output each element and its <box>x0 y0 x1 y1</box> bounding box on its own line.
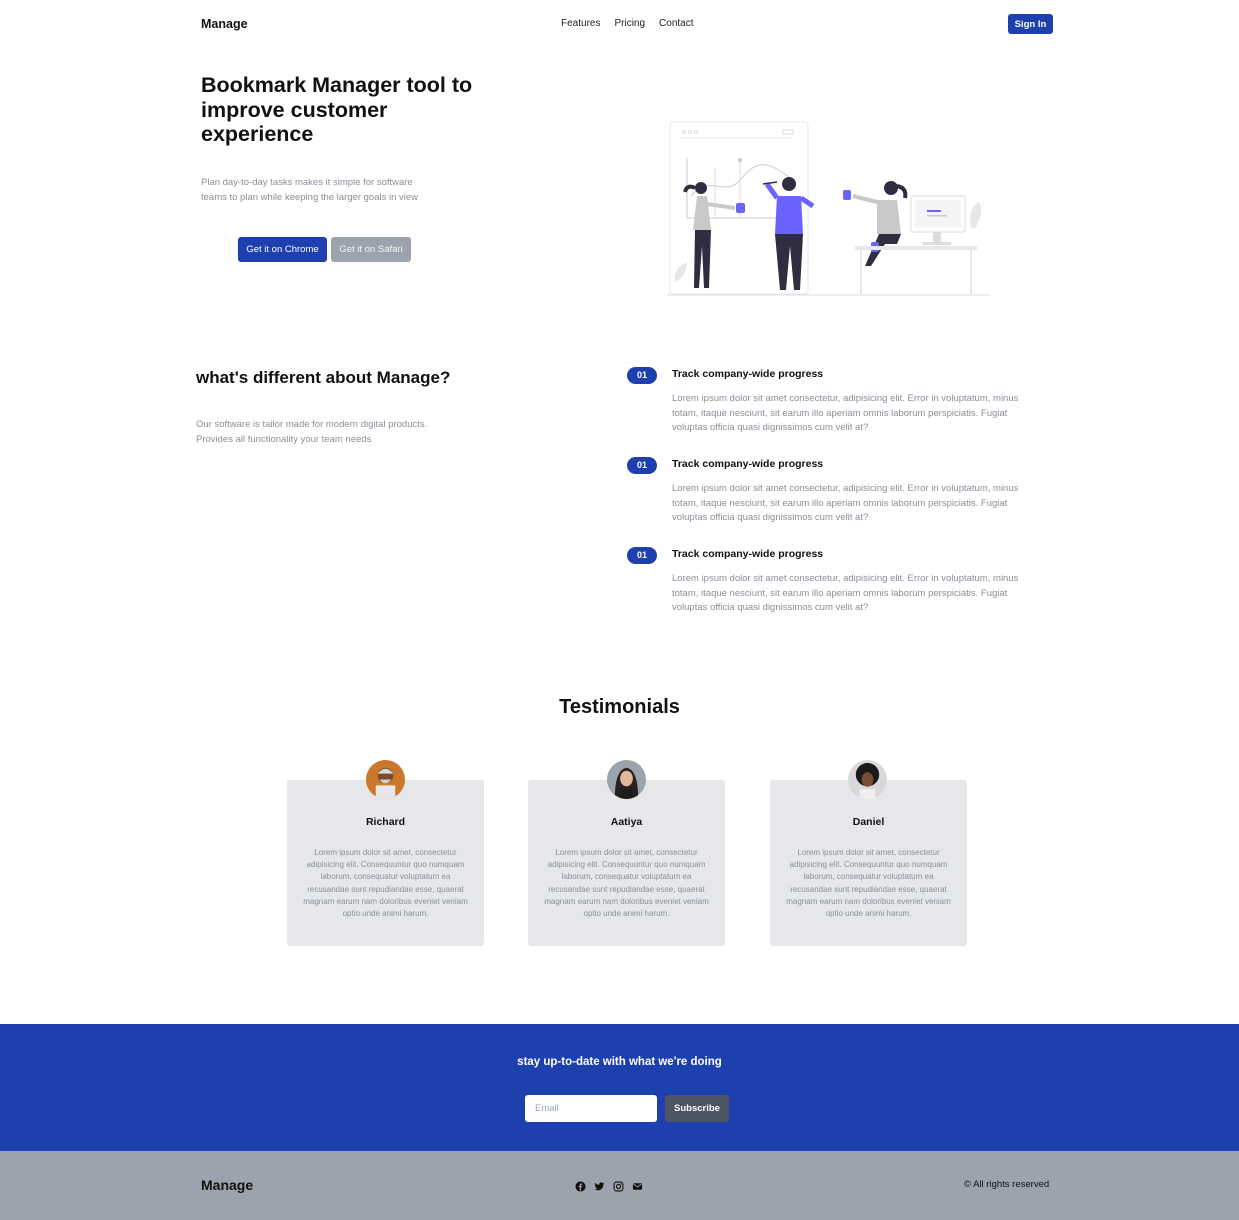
footer-brand-logo[interactable]: Manage <box>201 1177 253 1193</box>
avatar-richard <box>366 760 405 799</box>
feature-number-badge: 01 <box>627 457 657 474</box>
feature-description: Lorem ipsum dolor sit amet consectetur, … <box>672 573 1019 613</box>
testimonial-text: Lorem ipsum dolor sit amet, consectetur … <box>786 848 951 919</box>
nav-link-features[interactable]: Features <box>561 18 600 29</box>
facebook-icon[interactable] <box>575 1179 586 1192</box>
instagram-icon[interactable] <box>613 1179 624 1192</box>
feature-title: Track company-wide progress <box>672 548 824 560</box>
newsletter-section: stay up-to-date with what we're doing Su… <box>0 1024 1239 1151</box>
team-collaboration-illustration <box>667 121 990 296</box>
nav-link-pricing[interactable]: Pricing <box>614 18 645 29</box>
testimonial-card: Daniel Lorem ipsum dolor sit amet, conse… <box>770 780 967 946</box>
copyright-text: © All rights reserved <box>964 1179 1050 1190</box>
testimonial-card: Richard Lorem ipsum dolor sit amet, cons… <box>287 780 484 946</box>
testimonial-card: Aatiya Lorem ipsum dolor sit amet, conse… <box>528 780 725 946</box>
envelope-icon[interactable] <box>632 1179 643 1190</box>
newsletter-title: stay up-to-date with what we're doing <box>517 1056 722 1068</box>
get-safari-button[interactable]: Get it on Safari <box>331 237 411 262</box>
testimonial-name: Richard <box>365 816 406 828</box>
nav-links: Features Pricing Contact <box>561 18 694 29</box>
feature-title: Track company-wide progress <box>672 368 824 380</box>
features-subtitle: Our software is tailor made for modern d… <box>196 419 428 445</box>
features-title: what's different about Manage? <box>196 368 451 387</box>
nav-brand-logo[interactable]: Manage <box>201 17 248 31</box>
testimonial-name: Aatiya <box>610 816 643 828</box>
sign-in-button[interactable]: Sign In <box>1008 14 1053 34</box>
avatar-aatiya <box>607 760 646 799</box>
feature-number-badge: 01 <box>627 547 657 564</box>
testimonial-name: Daniel <box>852 816 885 828</box>
feature-description: Lorem ipsum dolor sit amet consectetur, … <box>672 483 1019 523</box>
nav-link-contact[interactable]: Contact <box>659 18 693 29</box>
avatar-daniel <box>848 760 887 799</box>
social-icons <box>575 1179 643 1192</box>
twitter-icon[interactable] <box>594 1179 605 1191</box>
hero-title: Bookmark Manager tool to improve custome… <box>201 73 473 146</box>
testimonial-text: Lorem ipsum dolor sit amet, consectetur … <box>544 848 709 919</box>
feature-title: Track company-wide progress <box>672 458 824 470</box>
testimonial-text: Lorem ipsum dolor sit amet, consectetur … <box>303 848 468 919</box>
testimonials-title: Testimonials <box>559 696 680 718</box>
top-navbar: Manage Features Pricing Contact Sign In <box>0 0 1239 48</box>
feature-description: Lorem ipsum dolor sit amet consectetur, … <box>672 393 1019 433</box>
get-chrome-button[interactable]: Get it on Chrome <box>238 237 327 262</box>
footer: Manage © All rights reserved <box>0 1151 1239 1220</box>
email-input[interactable] <box>525 1095 657 1122</box>
subscribe-button[interactable]: Subscribe <box>665 1095 729 1122</box>
hero-subtitle: Plan day-to-day tasks makes it simple fo… <box>201 177 419 203</box>
feature-number-badge: 01 <box>627 367 657 384</box>
